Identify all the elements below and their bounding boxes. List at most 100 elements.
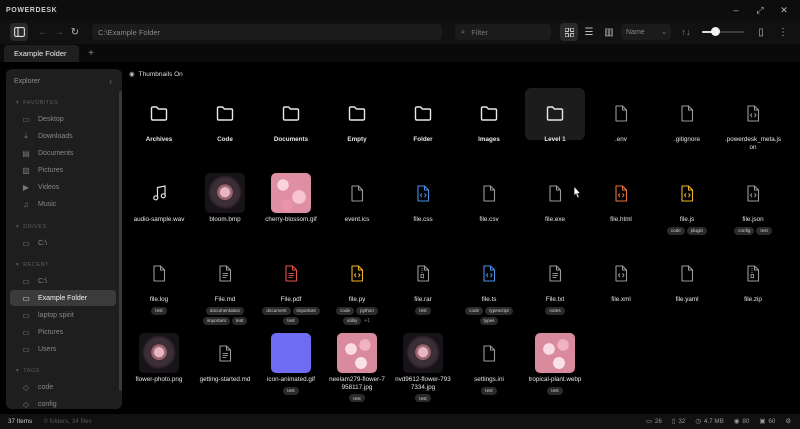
file-item[interactable]: file.py code python utility +1 — [324, 248, 390, 328]
sidebar-item[interactable]: ▭ C:\ — [10, 273, 116, 289]
columns-view-button[interactable]: ▥ — [600, 23, 618, 41]
thumbnails-toggle[interactable]: ◉ Thumbnails On — [129, 70, 183, 79]
tag-badge[interactable]: test — [547, 386, 563, 395]
close-button[interactable]: ✕ — [772, 5, 796, 16]
tag-badge[interactable]: test — [481, 386, 497, 395]
file-item[interactable]: .env — [588, 88, 654, 168]
sidebar-item[interactable]: ▭ Pictures — [10, 324, 116, 340]
file-item[interactable]: file.csv — [456, 168, 522, 248]
tag-badge[interactable]: code — [666, 226, 685, 235]
file-item[interactable]: getting-started.md — [192, 328, 258, 408]
file-item[interactable]: .gitignore — [654, 88, 720, 168]
sidebar-item[interactable]: ▤ Documents — [10, 145, 116, 161]
preview-pane-button[interactable]: ▯ — [752, 23, 770, 41]
grid-view-button[interactable] — [560, 23, 578, 41]
tag-badge[interactable]: document — [262, 306, 291, 315]
file-item[interactable]: neelam279-flower-7958117.jpg test — [324, 328, 390, 408]
tag-badge[interactable]: test — [151, 306, 167, 315]
path-input[interactable]: C:\Example Folder — [92, 24, 442, 40]
file-item[interactable]: .powerdesk_meta.json — [720, 88, 786, 168]
sidebar-item[interactable]: ▭ laptop spirit — [10, 307, 116, 323]
tag-badge[interactable]: python — [356, 306, 378, 315]
tag-badge[interactable]: test — [231, 316, 248, 325]
file-item[interactable]: file.html — [588, 168, 654, 248]
tag-badge[interactable]: typescript — [485, 306, 513, 315]
section-favorites[interactable]: ▾ FAVORITES — [16, 100, 58, 106]
section-recent[interactable]: ▾ RECENT — [16, 262, 49, 268]
file-item[interactable]: event.ics — [324, 168, 390, 248]
tag-badge[interactable]: test — [283, 386, 299, 395]
sidebar-item[interactable]: ▭ C:\ — [10, 235, 116, 251]
file-item[interactable]: flower-photo.png — [126, 328, 192, 408]
tag-badge[interactable]: test — [283, 316, 299, 325]
file-item[interactable]: File.txt notes — [522, 248, 588, 328]
folder-item[interactable]: Archives — [126, 88, 192, 168]
tag-badge[interactable]: code — [336, 306, 355, 315]
file-item[interactable]: audio-sample.wav — [126, 168, 192, 248]
minimize-button[interactable]: – — [724, 5, 748, 15]
tag-badge[interactable]: test — [415, 306, 431, 315]
tab-example-folder[interactable]: Example Folder — [4, 45, 79, 62]
list-view-button[interactable]: ☰ — [580, 23, 598, 41]
tag-badge[interactable]: important — [202, 316, 230, 325]
file-item[interactable]: file.rar test — [390, 248, 456, 328]
file-item[interactable]: file.yaml — [654, 248, 720, 328]
file-item[interactable]: tropical-plant.webp test — [522, 328, 588, 408]
tag-badge[interactable]: config — [734, 226, 755, 235]
file-item[interactable]: file.css — [390, 168, 456, 248]
file-item[interactable]: file.xml — [588, 248, 654, 328]
sidebar-scrollbar[interactable] — [119, 91, 122, 391]
tag-badge[interactable]: documentation — [205, 306, 245, 315]
sidebar-item[interactable]: ▭ Example Folder — [10, 290, 116, 307]
file-item[interactable]: File.md documentation important test — [192, 248, 258, 328]
file-item[interactable]: icon-animated.gif test — [258, 328, 324, 408]
zoom-handle[interactable] — [711, 27, 721, 36]
file-item[interactable]: file.ts code typescript types — [456, 248, 522, 328]
sort-order-button[interactable]: ↑↓ — [677, 24, 695, 40]
file-item[interactable]: settings.ini test — [456, 328, 522, 408]
tag-badge[interactable]: code — [465, 306, 484, 315]
sidebar-item[interactable]: ▭ Users — [10, 341, 116, 357]
more-button[interactable]: ⋮ — [774, 23, 792, 41]
add-tab-button[interactable]: + — [84, 45, 98, 61]
sidebar-item[interactable]: ◇ config — [10, 396, 116, 409]
sidebar-item[interactable]: ▭ Desktop — [10, 111, 116, 127]
sidebar-item[interactable]: ♫ Music — [10, 197, 116, 213]
file-item[interactable]: file.zip — [720, 248, 786, 328]
folder-item[interactable]: Folder — [390, 88, 456, 168]
section-tags[interactable]: ▾ TAGS — [16, 368, 40, 374]
zoom-slider[interactable] — [702, 24, 744, 40]
sidebar-item[interactable]: ◇ code — [10, 379, 116, 395]
more-tags-badge[interactable]: +1 — [363, 317, 371, 325]
tag-badge[interactable]: test — [756, 226, 772, 235]
file-item[interactable]: file.js code plugin — [654, 168, 720, 248]
file-item[interactable]: nvd9612-flower-7937334.jpg test — [390, 328, 456, 408]
tag-badge[interactable]: notes — [545, 306, 565, 315]
tag-badge[interactable]: utility — [342, 316, 362, 325]
sidebar-item[interactable]: ▨ Pictures — [10, 162, 116, 178]
toggle-sidebar-button[interactable] — [10, 23, 28, 41]
folder-item[interactable]: Empty — [324, 88, 390, 168]
file-item[interactable]: File.pdf document important test — [258, 248, 324, 328]
file-item[interactable]: file.exe — [522, 168, 588, 248]
maximize-button[interactable]: ⤢ — [748, 5, 772, 16]
tag-badge[interactable]: types — [479, 316, 499, 325]
tag-badge[interactable]: plugin — [686, 226, 708, 235]
folder-item[interactable]: Code — [192, 88, 258, 168]
tag-badge[interactable]: important — [292, 306, 320, 315]
file-item[interactable]: bloom.bmp — [192, 168, 258, 248]
refresh-button[interactable]: ↻ — [66, 23, 84, 41]
folder-item[interactable]: Documents — [258, 88, 324, 168]
collapse-sidebar-button[interactable]: ‹ — [109, 77, 112, 86]
section-drives[interactable]: ▾ DRIVES — [16, 224, 47, 230]
tag-badge[interactable]: test — [415, 394, 431, 403]
folder-item[interactable]: Images — [456, 88, 522, 168]
sidebar-item[interactable]: ⤓ Downloads — [10, 128, 116, 144]
sidebar-item[interactable]: ▶ Videos — [10, 179, 116, 195]
file-item[interactable]: cherry-blossom.gif — [258, 168, 324, 248]
file-item[interactable]: file.log test — [126, 248, 192, 328]
search-input[interactable]: ⌕ Filter — [455, 24, 551, 40]
tag-badge[interactable]: test — [349, 394, 365, 403]
sort-select[interactable]: Name ⌄ — [621, 24, 671, 40]
folder-item[interactable]: Level 1 — [522, 88, 588, 168]
